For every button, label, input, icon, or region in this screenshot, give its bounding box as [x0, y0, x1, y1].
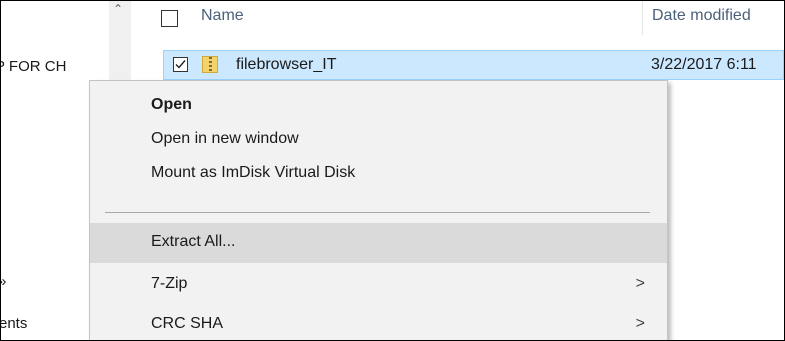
- chevron-right-icon: >: [635, 315, 645, 332]
- menu-item-crc-sha[interactable]: CRC SHA >: [90, 310, 667, 340]
- scroll-up-arrow-icon[interactable]: ⌃: [113, 2, 123, 16]
- name-column-header[interactable]: Name: [201, 7, 244, 25]
- menu-item-label: Open: [151, 96, 192, 113]
- menu-item-extract-all[interactable]: Extract All...: [90, 223, 667, 263]
- menu-item-open-new-window[interactable]: Open in new window: [90, 125, 667, 155]
- menu-item-label: Open in new window: [151, 130, 299, 147]
- file-date-modified: 3/22/2017 6:11: [651, 56, 757, 73]
- chevron-right-icon: >: [635, 275, 645, 292]
- menu-separator: [105, 212, 650, 213]
- nav-item-partial-2[interactable]: »: [1, 273, 6, 290]
- menu-item-label: Extract All...: [151, 233, 236, 250]
- menu-item-label: Mount as ImDisk Virtual Disk: [151, 164, 356, 181]
- checkmark-icon: [175, 60, 186, 69]
- nav-item-documents[interactable]: ents: [1, 315, 27, 332]
- menu-item-mount-imdisk[interactable]: Mount as ImDisk Virtual Disk: [90, 159, 667, 189]
- column-divider[interactable]: [642, 1, 643, 35]
- menu-item-open[interactable]: Open: [90, 91, 667, 121]
- menu-item-7zip[interactable]: 7-Zip >: [90, 270, 667, 300]
- explorer-window: P FOR CH : » ents ⌃ Name Date modified f…: [0, 0, 785, 341]
- file-row[interactable]: filebrowser_IT 3/22/2017 6:11: [163, 50, 784, 80]
- menu-item-label: CRC SHA: [151, 315, 224, 332]
- date-modified-column-header[interactable]: Date modified: [652, 7, 751, 25]
- zip-folder-icon: [202, 56, 218, 73]
- nav-item-folder[interactable]: P FOR CH: [1, 58, 66, 75]
- nav-item-partial[interactable]: :: [1, 167, 2, 184]
- column-header: Name Date modified: [131, 1, 784, 35]
- select-all-checkbox[interactable]: [161, 10, 178, 27]
- context-menu: Open Open in new window Mount as ImDisk …: [89, 80, 668, 340]
- file-checkbox[interactable]: [173, 57, 188, 72]
- menu-item-label: 7-Zip: [151, 275, 188, 292]
- file-name[interactable]: filebrowser_IT: [236, 56, 336, 74]
